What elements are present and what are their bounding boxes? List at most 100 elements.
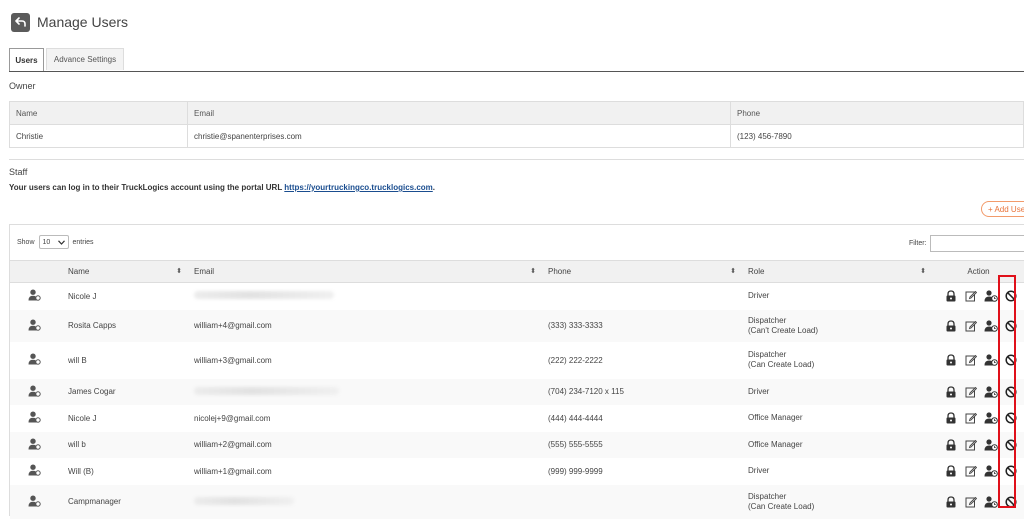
lock-icon[interactable] <box>943 464 959 478</box>
edit-icon[interactable] <box>963 385 979 399</box>
users-table: Name⬍ Email⬍ Phone⬍ Role⬍ Action Nicole … <box>10 260 1024 519</box>
user-clock-icon[interactable] <box>983 411 999 425</box>
col-role[interactable]: Role⬍ <box>742 261 932 283</box>
edit-icon[interactable] <box>963 289 979 303</box>
row-icon-cell <box>10 379 62 405</box>
col-phone[interactable]: Phone⬍ <box>542 261 742 283</box>
col-action-label: Action <box>967 267 989 276</box>
user-clock-icon[interactable] <box>983 289 999 303</box>
user-phone: (555) 555-5555 <box>542 432 742 458</box>
lock-icon[interactable] <box>943 385 959 399</box>
user-phone: (222) 222-2222 <box>542 342 742 379</box>
entries-select[interactable]: 10 <box>39 235 69 249</box>
user-clock-icon[interactable] <box>983 385 999 399</box>
portal-info: Your users can log in to their TruckLogi… <box>9 183 435 192</box>
user-email-cell: william+3@gmail.com <box>188 342 542 379</box>
tab-users[interactable]: Users <box>9 48 44 71</box>
table-row: Nicole Jnicolej+9@gmail.com(444) 444-444… <box>10 405 1024 432</box>
user-name: James Cogar <box>62 379 188 405</box>
lock-icon[interactable] <box>943 289 959 303</box>
staff-section-label: Staff <box>9 167 27 177</box>
user-clock-icon[interactable] <box>983 464 999 478</box>
edit-icon[interactable] <box>963 438 979 452</box>
edit-icon[interactable] <box>963 411 979 425</box>
user-role-cell: Driver <box>742 283 932 310</box>
table-row: James Cogar(704) 234-7120 x 115Driver <box>10 379 1024 405</box>
user-clock-icon[interactable] <box>983 495 999 509</box>
lock-icon[interactable] <box>943 438 959 452</box>
add-user-button[interactable]: + Add Use <box>981 201 1024 217</box>
back-button[interactable] <box>11 13 30 32</box>
users-table-header: Name⬍ Email⬍ Phone⬍ Role⬍ Action <box>10 261 1024 283</box>
user-name: Campmanager <box>62 485 188 519</box>
portal-text: Your users can log in to their TruckLogi… <box>9 183 284 192</box>
user-email: william+4@gmail.com <box>194 321 272 330</box>
highlight-box <box>998 275 1016 508</box>
user-email: nicolej+9@gmail.com <box>194 414 270 423</box>
user-icon <box>28 289 41 303</box>
lock-icon[interactable] <box>943 353 959 367</box>
filter-input[interactable] <box>930 235 1024 252</box>
show-entries: Show 10 entries <box>17 235 94 249</box>
col-phone-label: Phone <box>548 267 571 276</box>
edit-icon[interactable] <box>963 495 979 509</box>
staff-divider <box>9 159 1024 160</box>
col-name-label: Name <box>68 267 89 276</box>
user-role-cell: Driver <box>742 458 932 485</box>
user-role-detail: (Can't Create Load) <box>748 326 818 335</box>
owner-section-label: Owner <box>9 81 36 91</box>
user-clock-icon[interactable] <box>983 438 999 452</box>
owner-table: Name Email Phone Christie christie@spane… <box>9 101 1024 148</box>
col-role-label: Role <box>748 267 764 276</box>
owner-col-phone: Phone <box>731 102 1024 125</box>
user-phone: (999) 999-9999 <box>542 458 742 485</box>
user-clock-icon[interactable] <box>983 353 999 367</box>
user-role-cell: Driver <box>742 379 932 405</box>
page-header: Manage Users <box>11 10 128 34</box>
user-icon <box>28 495 41 509</box>
user-role: Dispatcher <box>748 350 786 359</box>
lock-icon[interactable] <box>943 411 959 425</box>
table-row: Nicole JDriver <box>10 283 1024 310</box>
user-role: Driver <box>748 387 769 396</box>
user-email-cell: william+2@gmail.com <box>188 432 542 458</box>
user-icon <box>28 438 41 452</box>
entries-label: entries <box>73 239 94 246</box>
user-role: Driver <box>748 291 769 300</box>
user-email-cell: william+1@gmail.com <box>188 458 542 485</box>
edit-icon[interactable] <box>963 319 979 333</box>
row-icon-cell <box>10 342 62 379</box>
owner-row: Christie christie@spanenterprises.com (1… <box>10 125 1024 148</box>
user-role-detail: (Can Create Load) <box>748 502 814 511</box>
lock-icon[interactable] <box>943 319 959 333</box>
user-name: Will (B) <box>62 458 188 485</box>
row-icon-cell <box>10 310 62 342</box>
edit-icon[interactable] <box>963 464 979 478</box>
tab-bar: Users Advance Settings <box>9 48 1024 72</box>
user-role: Dispatcher <box>748 316 786 325</box>
edit-icon[interactable] <box>963 353 979 367</box>
portal-url-link[interactable]: https://yourtruckingco.trucklogics.com <box>284 183 432 192</box>
show-label: Show <box>17 239 35 246</box>
lock-icon[interactable] <box>943 495 959 509</box>
user-email: william+3@gmail.com <box>194 356 272 365</box>
user-name: Nicole J <box>62 405 188 432</box>
user-role-cell: Dispatcher(Can Create Load) <box>742 342 932 379</box>
back-arrow-icon <box>15 16 27 28</box>
user-role: Office Manager <box>748 440 803 449</box>
user-icon <box>28 319 41 333</box>
col-email[interactable]: Email⬍ <box>188 261 542 283</box>
col-name[interactable]: Name⬍ <box>62 261 188 283</box>
user-name: Rosita Capps <box>62 310 188 342</box>
owner-phone: (123) 456-7890 <box>731 125 1024 148</box>
row-icon-cell <box>10 485 62 519</box>
user-role: Office Manager <box>748 413 803 422</box>
owner-email: christie@spanenterprises.com <box>188 125 731 148</box>
user-clock-icon[interactable] <box>983 319 999 333</box>
tab-advance-settings[interactable]: Advance Settings <box>46 48 124 70</box>
user-email-cell: william+4@gmail.com <box>188 310 542 342</box>
user-phone <box>542 485 742 519</box>
row-icon-cell <box>10 283 62 310</box>
row-icon-cell <box>10 405 62 432</box>
user-email-cell: nicolej+9@gmail.com <box>188 405 542 432</box>
